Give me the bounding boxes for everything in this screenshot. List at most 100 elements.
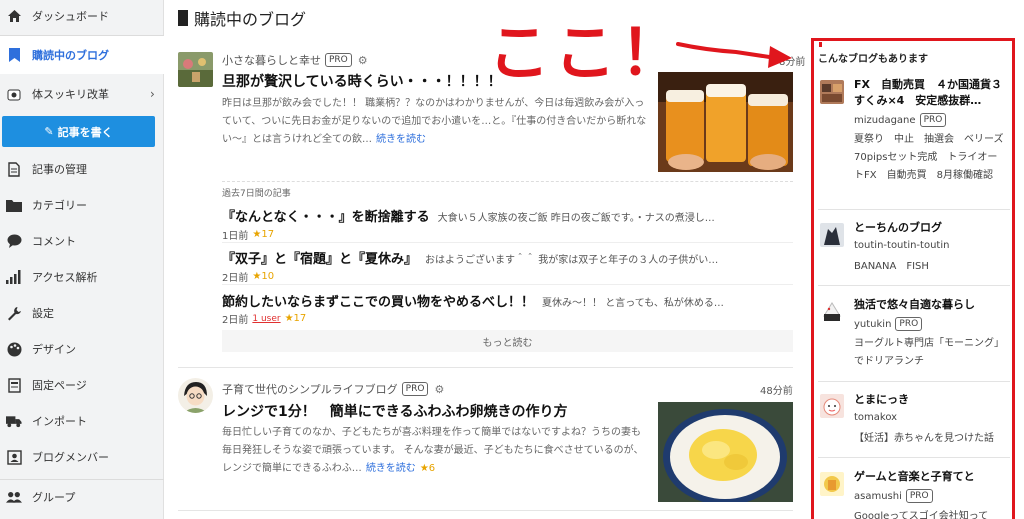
sidebar-item-static-pages[interactable]: 固定ページ bbox=[0, 372, 164, 398]
recommend-user[interactable]: tomakox bbox=[854, 412, 897, 423]
divider bbox=[818, 209, 1010, 210]
star-count[interactable]: ★10 bbox=[252, 271, 274, 282]
group-icon bbox=[6, 489, 22, 505]
sidebar-item-categories[interactable]: カテゴリー bbox=[0, 192, 164, 218]
write-post-button[interactable]: ✎ 記事を書く bbox=[2, 116, 155, 147]
chevron-right-icon: › bbox=[150, 87, 155, 101]
divider bbox=[178, 367, 793, 368]
sidebar-item-label: 固定ページ bbox=[32, 379, 87, 392]
sidebar-item-dashboard[interactable]: ダッシュボード bbox=[0, 0, 164, 32]
comment-icon bbox=[6, 233, 22, 249]
read-more-button[interactable]: もっと読む bbox=[222, 330, 793, 352]
sidebar-item-manage-posts[interactable]: 記事の管理 bbox=[0, 156, 164, 182]
recent-post-title[interactable]: 『双子』と『宿題』と『夏休み』 おはようございます＾＾ 我が家は双子と年子の３人の… bbox=[222, 248, 718, 267]
wrench-icon bbox=[6, 305, 22, 321]
post-thumbnail[interactable] bbox=[658, 402, 793, 502]
bookmark-icon bbox=[6, 47, 22, 63]
annotation-arrow-icon bbox=[676, 42, 792, 68]
avatar[interactable] bbox=[178, 378, 213, 413]
sidebar-item-blog[interactable]: 体スッキリ改革 › bbox=[0, 78, 164, 110]
recommend-user-id: yutukin bbox=[854, 318, 892, 330]
recommend-blog-title[interactable]: FX 自動売買 ４か国通貨３すくみ×4 安定感抜群… bbox=[854, 77, 1004, 109]
sidebar-item-design[interactable]: デザイン bbox=[0, 336, 164, 362]
sidebar-item-label: アクセス解析 bbox=[32, 271, 98, 284]
sidebar: ダッシュボード 購読中のブログ 体スッキリ改革 › ✎ 記事を書く 記事の管理 … bbox=[0, 0, 164, 519]
sidebar-item-label: コメント bbox=[32, 235, 76, 248]
sidebar-item-label: 記事の管理 bbox=[32, 163, 87, 176]
read-more-link[interactable]: 続きを読む bbox=[376, 134, 426, 145]
recent-post-excerpt: 夏休み〜！！ と言っても、私が休める… bbox=[542, 298, 724, 309]
bookmark-users-link[interactable]: 1 user bbox=[252, 314, 280, 324]
star-count[interactable]: ★6 bbox=[420, 463, 435, 474]
annotation-text: ここ！ bbox=[488, 16, 687, 89]
blog-icon[interactable] bbox=[820, 80, 844, 104]
bar-chart-icon bbox=[6, 269, 22, 285]
page-icon bbox=[6, 377, 22, 393]
post-time: 2日前 bbox=[222, 273, 249, 284]
sidebar-item-subscriptions[interactable]: 購読中のブログ bbox=[0, 36, 164, 74]
blog-name[interactable]: 小さな暮らしと幸せ PRO ⚙ bbox=[222, 52, 368, 68]
blog-icon[interactable] bbox=[820, 472, 844, 496]
post-excerpt: 毎日忙しい子育てのなか、子どもたちが喜ぶ料理を作って簡単ではないですよね？うちの… bbox=[222, 424, 650, 478]
recommend-tags: BANANA FISH bbox=[854, 261, 929, 272]
sidebar-item-blog-members[interactable]: ブログメンバー bbox=[0, 444, 164, 470]
blog-icon[interactable] bbox=[820, 394, 844, 418]
recommend-blog-title[interactable]: 独活で悠々自適な暮らし bbox=[854, 297, 975, 313]
recent-label: 過去7日間の記事 bbox=[222, 189, 291, 199]
recommend-user[interactable]: yutukin PRO bbox=[854, 317, 923, 331]
document-icon bbox=[6, 161, 22, 177]
post-title[interactable]: レンジで1分！ 簡単にできるふわふわ卵焼きの作り方 bbox=[222, 401, 567, 421]
member-icon bbox=[6, 449, 22, 465]
palette-icon bbox=[6, 341, 22, 357]
recommend-blog-title[interactable]: ゲームと音楽と子育てと bbox=[854, 469, 975, 485]
recommend-user-id: asamushi bbox=[854, 490, 902, 502]
pro-badge: PRO bbox=[895, 317, 923, 331]
recent-post-title[interactable]: 『なんとなく・・・』を断捨離する 大食い５人家族の夜ご飯 昨日の夜ご飯です。・ナス… bbox=[222, 206, 715, 225]
divider bbox=[222, 242, 793, 243]
app-root: ダッシュボード 購読中のブログ 体スッキリ改革 › ✎ 記事を書く 記事の管理 … bbox=[0, 0, 1024, 519]
pro-badge: PRO bbox=[919, 113, 947, 127]
sidebar-item-label: デザイン bbox=[32, 343, 76, 356]
recent-post-title[interactable]: 節約したいならまずここでの買い物をやめるべし！！ 夏休み〜！！ と言っても、私が休… bbox=[222, 291, 724, 310]
page-title: 購読中のブログ bbox=[178, 6, 306, 30]
post-excerpt-text: 昨日は旦那が飲み会でした！！ 職業柄？？なのかはわかりませんが、今日は毎週飲み会… bbox=[222, 98, 647, 145]
sidebar-item-analytics[interactable]: アクセス解析 bbox=[0, 264, 164, 290]
sidebar-item-comments[interactable]: コメント bbox=[0, 228, 164, 254]
recent-post-title-text: 『なんとなく・・・』を断捨離する bbox=[222, 210, 430, 225]
page-title-text: 購読中のブログ bbox=[194, 10, 307, 29]
divider bbox=[222, 284, 793, 285]
sidebar-item-settings[interactable]: 設定 bbox=[0, 300, 164, 326]
star-count[interactable]: ★17 bbox=[252, 229, 274, 240]
recommend-blog-title[interactable]: とまにっき bbox=[854, 392, 909, 408]
post-title[interactable]: 旦那が贅沢している時くらい・・・！！！！ bbox=[222, 71, 502, 91]
gear-icon[interactable]: ⚙ bbox=[434, 383, 444, 396]
divider bbox=[178, 510, 793, 511]
recommend-user[interactable]: asamushi PRO bbox=[854, 489, 933, 503]
recommend-user-id: tomakox bbox=[854, 412, 898, 423]
sidebar-item-label: ダッシュボード bbox=[32, 10, 109, 23]
pro-badge: PRO bbox=[401, 382, 429, 396]
recommend-user[interactable]: mizudagane PRO bbox=[854, 113, 947, 127]
recent-post-meta: 1日前 ★17 bbox=[222, 227, 274, 242]
sidebar-item-label: ブログメンバー bbox=[32, 451, 109, 464]
blog-name[interactable]: 子育て世代のシンプルライフブログ PRO ⚙ bbox=[222, 381, 444, 397]
divider bbox=[818, 285, 1010, 286]
post-time: 2日前 bbox=[222, 315, 249, 326]
blog-icon[interactable] bbox=[820, 223, 844, 247]
recent-post-excerpt: おはようございます＾＾ 我が家は双子と年子の３人の子供がい… bbox=[425, 255, 719, 266]
recommend-blog-title[interactable]: とーちんのブログ bbox=[854, 220, 942, 236]
star-count[interactable]: ★17 bbox=[285, 313, 307, 324]
recommend-user[interactable]: toutin-toutin-toutin bbox=[854, 240, 949, 251]
divider bbox=[0, 479, 164, 480]
sidebar-item-import[interactable]: インポート bbox=[0, 408, 164, 434]
blog-name-text: 小さな暮らしと幸せ bbox=[222, 54, 321, 67]
sidebar-item-label: 体スッキリ改革 bbox=[32, 88, 109, 101]
avatar[interactable] bbox=[178, 52, 213, 87]
post-time: 1日前 bbox=[222, 231, 249, 242]
gear-icon[interactable]: ⚙ bbox=[358, 54, 368, 67]
folder-icon bbox=[6, 197, 22, 213]
read-more-link[interactable]: 続きを読む bbox=[366, 463, 416, 474]
blog-icon[interactable] bbox=[820, 300, 844, 324]
sidebar-item-groups[interactable]: グループ bbox=[0, 484, 164, 510]
annotation-mark bbox=[819, 42, 822, 47]
